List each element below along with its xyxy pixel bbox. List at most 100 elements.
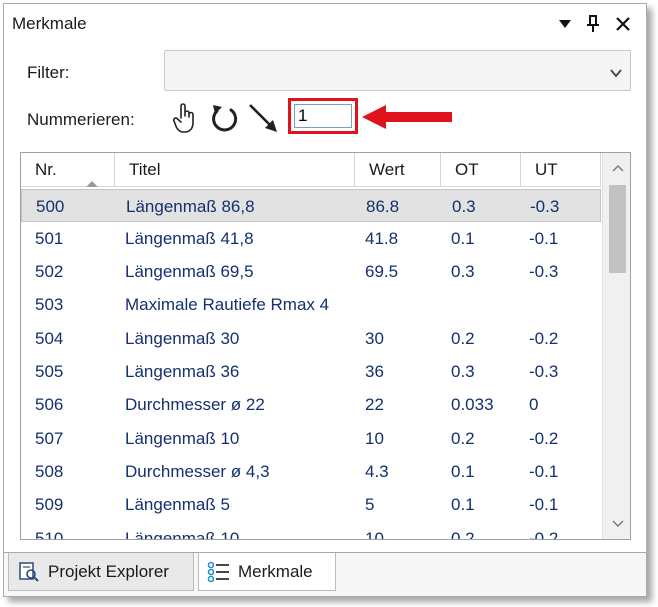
cell-titel: Durchmesser ø 22 [125,395,265,414]
hand-pointer-icon[interactable] [168,100,202,136]
cell-nr: 504 [35,329,64,348]
table-row[interactable]: 509 Längenmaß 5 5 0.1 -0.1 [21,488,601,521]
title-bar: Merkmale [4,4,646,44]
table-row[interactable]: 500 Längenmaß 86,8 86.8 0.3 -0.3 [21,189,601,222]
rotate-icon[interactable] [208,100,242,136]
scroll-up-icon[interactable] [603,153,630,183]
scrollbar-thumb[interactable] [609,185,626,273]
cell-ut: -0.2 [529,429,559,448]
table-row[interactable]: 503 Maximale Rautiefe Rmax 4 [21,288,601,321]
filter-label: Filter: [27,63,70,82]
cell-nr: 509 [35,495,64,514]
panel-title: Merkmale [12,14,87,33]
table-row[interactable]: 510 Längenmaß 10 10 0.2 -0.2 [21,522,601,540]
column-header-ut-label: UT [535,160,558,179]
numbering-input[interactable] [294,104,352,128]
vertical-scrollbar[interactable] [602,153,630,539]
table-row[interactable]: 502 Längenmaß 69,5 69.5 0.3 -0.3 [21,255,601,288]
column-header-wert[interactable]: Wert [355,153,441,187]
cell-nr: 508 [35,462,64,481]
cell-titel: Maximale Rautiefe Rmax 4 [125,295,330,314]
cell-ot: 0.1 [451,229,475,248]
cell-nr: 500 [36,197,65,216]
bottom-tab-bar: Projekt Explorer Merkmale [4,552,646,596]
cell-wert: 5 [365,495,375,514]
cell-wert: 4.3 [365,462,389,481]
cell-nr: 503 [35,295,64,314]
cell-ot: 0.1 [451,462,475,481]
cell-wert: 41.8 [365,229,399,248]
cell-titel: Längenmaß 10 [125,429,240,448]
cell-titel: Durchmesser ø 4,3 [125,462,270,481]
cell-ut: -0.1 [529,229,559,248]
cell-ut: -0.1 [529,462,559,481]
tab-projekt-explorer-label: Projekt Explorer [48,561,169,581]
tab-merkmale[interactable]: Merkmale [198,553,336,591]
cell-ot: 0.2 [451,329,475,348]
merkmale-table: Nr. Titel Wert OT UT 500 Längenmaß 86,8 [20,152,631,540]
cell-ut: -0.1 [529,495,559,514]
cell-wert: 69.5 [365,262,399,281]
cell-titel: Längenmaß 86,8 [126,197,255,216]
cell-ot: 0.2 [451,529,475,540]
column-header-ot[interactable]: OT [441,153,521,187]
cell-ut: -0.3 [529,262,559,281]
tab-projekt-explorer[interactable]: Projekt Explorer [8,553,194,591]
cell-ot: 0.033 [451,395,494,414]
menu-dropdown-icon[interactable] [552,10,578,38]
cell-ut: -0.2 [529,329,559,348]
list-icon [207,560,231,584]
cell-wert: 22 [365,395,384,414]
cell-ut: 0 [529,395,539,414]
cell-wert: 10 [365,529,384,540]
cell-nr: 502 [35,262,64,281]
cell-titel: Längenmaß 69,5 [125,262,254,281]
cell-wert: 10 [365,429,384,448]
cell-nr: 507 [35,429,64,448]
cell-ot: 0.3 [452,197,476,216]
cell-nr: 505 [35,362,64,381]
red-arrow-annotation [362,105,452,129]
cell-nr: 506 [35,395,64,414]
merkmale-panel: Merkmale Filter: Nummerieren: 1 Nr. Tite… [3,3,647,597]
table-row[interactable]: 506 Durchmesser ø 22 22 0.033 0 [21,388,601,421]
table-body: 500 Längenmaß 86,8 86.8 0.3 -0.3 501 Län… [21,188,601,540]
cell-titel: Längenmaß 30 [125,329,240,348]
table-row[interactable]: 507 Längenmaß 10 10 0.2 -0.2 [21,422,601,455]
cell-ut: -0.2 [529,529,559,540]
cell-titel: Längenmaß 36 [125,362,240,381]
column-header-ot-label: OT [455,160,479,179]
column-header-nr[interactable]: Nr. [21,153,115,187]
cell-ot: 0.3 [451,262,475,281]
cell-wert: 36 [365,362,384,381]
table-row[interactable]: 508 Durchmesser ø 4,3 4.3 0.1 -0.1 [21,455,601,488]
cell-ot: 0.3 [451,362,475,381]
table-row[interactable]: 504 Längenmaß 30 30 0.2 -0.2 [21,322,601,355]
close-icon[interactable] [610,10,636,38]
table-row[interactable]: 505 Längenmaß 36 36 0.3 -0.3 [21,355,601,388]
cell-ut: -0.3 [530,197,560,216]
cell-nr: 510 [35,529,64,540]
scroll-down-icon[interactable] [603,509,630,539]
column-header-nr-label: Nr. [35,160,57,179]
filter-select[interactable] [164,50,631,91]
column-header-titel-label: Titel [129,160,161,179]
cell-wert: 30 [365,329,384,348]
pin-icon[interactable] [580,10,606,38]
table-row[interactable]: 501 Längenmaß 41,8 41.8 0.1 -0.1 [21,222,601,255]
cell-ot: 0.1 [451,495,475,514]
cell-wert: 86.8 [366,197,400,216]
column-header-titel[interactable]: Titel [115,153,355,187]
project-explorer-icon [17,560,41,584]
tab-merkmale-label: Merkmale [238,561,313,581]
cell-nr: 501 [35,229,64,248]
cell-titel: Längenmaß 5 [125,495,230,514]
column-header-ut[interactable]: UT [521,153,601,187]
numbering-label: Nummerieren: [27,110,135,129]
cell-titel: Längenmaß 41,8 [125,229,254,248]
cell-ot: 0.2 [451,429,475,448]
table-header: Nr. Titel Wert OT UT [21,153,601,187]
diagonal-arrow-icon[interactable] [246,100,280,136]
column-header-wert-label: Wert [369,160,405,179]
chevron-down-icon [610,63,622,83]
